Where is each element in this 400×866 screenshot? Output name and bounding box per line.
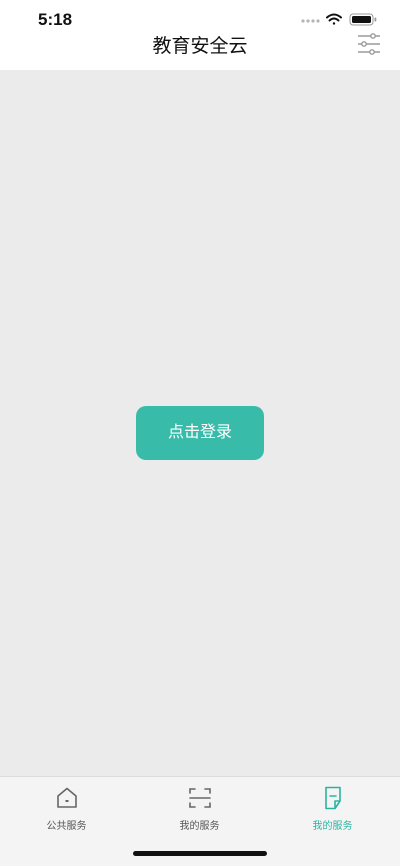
status-time: 5:18 (38, 10, 73, 29)
wifi-icon (326, 13, 342, 25)
page-title: 教育安全云 (152, 35, 248, 57)
tab-my-services-scan[interactable]: 我的服务 (133, 777, 266, 837)
scan-icon (188, 788, 211, 808)
home-indicator (133, 851, 267, 856)
tab-label: 我的服务 (312, 821, 353, 832)
navigation-bar: 教育安全云 (0, 33, 400, 70)
tab-label: 公共服务 (46, 821, 87, 832)
home-icon (56, 787, 77, 808)
status-icons (301, 13, 377, 26)
signal-icon (301, 19, 320, 23)
login-button[interactable]: 点击登录 (136, 406, 264, 460)
battery-icon (349, 13, 377, 26)
document-edit-icon (324, 786, 341, 810)
tab-my-services[interactable]: 我的服务 (266, 777, 399, 837)
main-content: 点击登录 (0, 70, 400, 776)
filter-sliders-icon (358, 33, 380, 55)
tab-label: 我的服务 (179, 821, 220, 832)
filter-button[interactable] (356, 30, 382, 58)
tab-public-services[interactable]: 公共服务 (0, 777, 133, 837)
status-bar: 5:18 (0, 0, 400, 34)
